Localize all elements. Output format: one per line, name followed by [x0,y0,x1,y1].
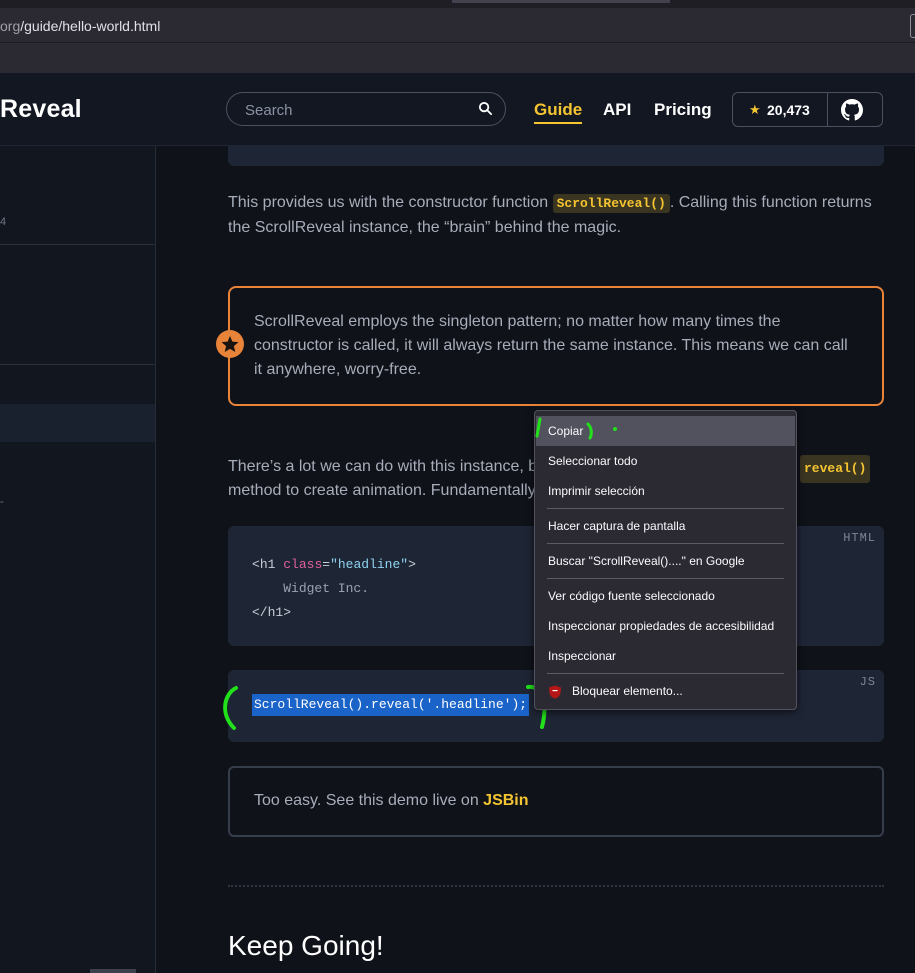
code-block-tail [228,146,884,166]
sidebar-fragment-tick: - [0,496,4,508]
tip-text: Too easy. See this demo live on JSBin [254,792,529,810]
callout-note: ScrollReveal employs the singleton patte… [216,286,884,406]
menu-separator [547,578,784,579]
sidebar-divider [0,244,155,245]
code-content[interactable]: <h1 class="headline"> Widget Inc. </h1> [252,553,416,625]
docs-sidebar: 4 - [0,146,156,973]
context-menu: Copiar Seleccionar todo Imprimir selecci… [534,410,797,710]
menu-item-buscar-google[interactable]: Buscar "ScrollReveal()...." en Google [536,546,795,576]
menu-item-label: Seleccionar todo [548,454,638,468]
tip-box: Too easy. See this demo live on JSBin [228,766,884,837]
code-token: > [408,557,416,572]
callout-badge [216,330,244,358]
menu-item-seleccionar-todo[interactable]: Seleccionar todo [536,446,795,476]
active-tab[interactable] [452,0,670,3]
nav-api[interactable]: API [603,100,631,120]
code-token: h1 [259,557,276,572]
code-token: "headline" [330,557,409,572]
code-token: < [252,557,260,572]
url-text[interactable]: org/guide/hello-world.html [0,18,160,34]
sidebar-scrollbar[interactable] [90,969,136,973]
menu-separator [547,673,784,674]
code-line: </h1> [252,605,292,620]
paragraph-text: This provides us with the constructor fu… [228,194,553,211]
jsbin-link[interactable]: JSBin [483,792,528,809]
code-line: Widget Inc. [283,581,370,596]
menu-item-imprimir-seleccion[interactable]: Imprimir selección [536,476,795,506]
menu-item-label: Bloquear elemento... [572,684,683,698]
code-token: = [322,557,331,572]
menu-item-ver-codigo[interactable]: Ver código fuente seleccionado [536,581,795,611]
nav-guide[interactable]: Guide [534,100,583,124]
callout-text: ScrollReveal employs the singleton patte… [254,313,848,378]
sidebar-fragment-text: 4 [0,216,7,228]
url-bar[interactable]: org/guide/hello-world.html [0,8,915,43]
code-language-label: HTML [843,531,876,545]
bookmarks-bar [0,43,915,73]
menu-item-label: Inspeccionar propiedades de accesibilida… [548,619,775,633]
annotation-mark [535,417,617,440]
inline-code: reveal() [800,455,871,483]
toolbar-button-edge[interactable] [910,14,915,38]
menu-item-bloquear[interactable]: Bloquear elemento... [536,676,795,706]
sidebar-active-item[interactable] [0,404,155,442]
sidebar-divider [0,364,155,365]
menu-separator [547,543,784,544]
tip-label: Too easy. See this demo live on [254,792,484,809]
section-divider [228,885,884,887]
menu-item-label: Ver código fuente seleccionado [548,589,715,603]
url-path: /guide/hello-world.html [20,18,161,34]
search-input[interactable] [243,100,467,120]
menu-item-accesibilidad[interactable]: Inspeccionar propiedades de accesibilida… [536,611,795,641]
menu-item-label: Inspeccionar [548,649,617,663]
menu-item-label: Imprimir selección [548,484,645,498]
paragraph: This provides us with the constructor fu… [228,191,888,240]
menu-item-label: Buscar "ScrollReveal()...." en Google [548,554,745,568]
brand-logo-text[interactable]: Reveal [0,95,82,124]
search-box[interactable] [226,92,506,126]
code-token: class [283,557,323,572]
url-domain: org [0,18,21,34]
menu-item-inspeccionar[interactable]: Inspeccionar [536,641,795,671]
ublock-shield-icon [549,685,561,699]
menu-separator [547,508,784,509]
site-header: Reveal Guide API Pricing ★ 20,473 [0,73,915,146]
search-icon[interactable] [478,101,493,116]
star-icon: ★ [749,102,761,117]
star-icon [221,336,239,352]
github-button-group: ★ 20,473 [732,92,883,127]
github-icon[interactable] [841,99,863,121]
code-language-label: JS [859,675,876,689]
github-star-count: 20,473 [767,102,810,118]
section-heading: Keep Going! [228,930,384,961]
github-stars-button[interactable]: ★ 20,473 [733,93,828,126]
inline-code: ScrollReveal() [552,194,670,213]
menu-item-captura[interactable]: Hacer captura de pantalla [536,511,795,541]
browser-tab-strip [0,0,915,8]
nav-pricing[interactable]: Pricing [654,100,712,120]
annotation-bracket-left [223,686,238,730]
selected-code-line[interactable]: ScrollReveal().reveal('.headline'); [252,694,530,716]
menu-item-label: Hacer captura de pantalla [548,519,686,533]
